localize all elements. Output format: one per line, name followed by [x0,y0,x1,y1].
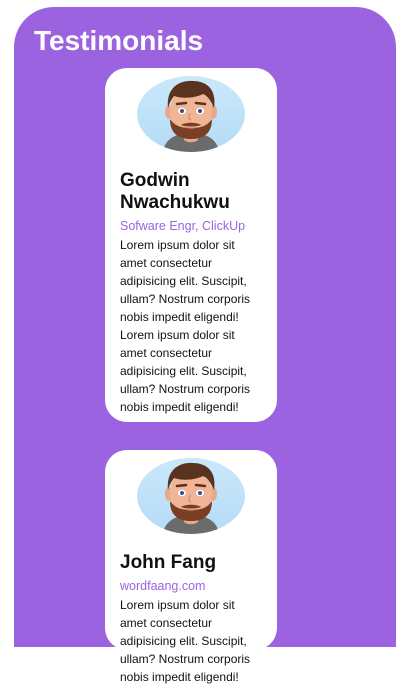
testimonial-quote: Lorem ipsum dolor sit amet consectetur a… [120,238,251,414]
testimonial-quote: Lorem ipsum dolor sit amet consectetur a… [120,598,251,684]
man-avatar-icon [137,458,245,534]
section-title: Testimonials [34,25,204,56]
man-avatar-icon [137,76,245,152]
testimonial-name: John Fang [120,552,217,573]
testimonial-name: Godwin Nwachukwu [120,170,230,213]
testimonial-role: wordfaang.com [120,579,206,593]
testimonial-role: Sofware Engr, ClickUp [120,219,246,233]
testimonial-card: Godwin Nwachukwu Sofware Engr, ClickUp L… [105,68,277,422]
testimonial-card: John Fang wordfaang.com Lorem ipsum dolo… [105,450,277,684]
